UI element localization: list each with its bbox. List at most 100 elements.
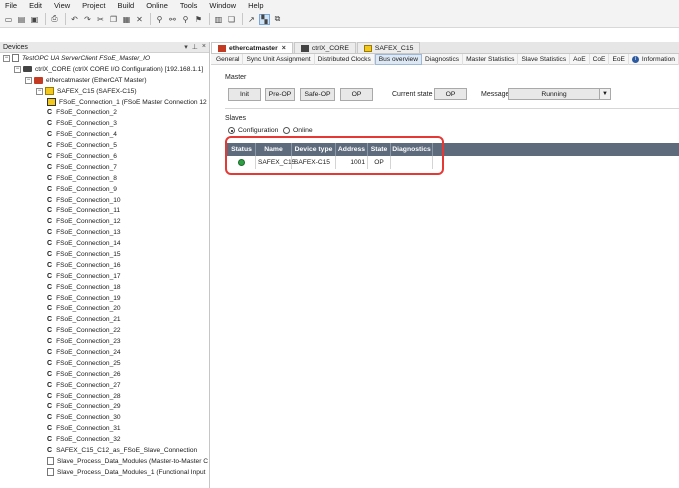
tree-item[interactable]: − ctrlX_CORE (ctrlX CORE I/O Configuratio… xyxy=(0,64,209,75)
tab-diagnostics[interactable]: Diagnostics xyxy=(422,53,464,65)
tab-slave-statistics[interactable]: Slave Statistics xyxy=(518,53,571,65)
menu-build[interactable]: Build xyxy=(118,1,135,10)
find-replace-icon[interactable]: ⚯ xyxy=(167,14,178,25)
build-icon[interactable]: ▥ xyxy=(213,14,224,25)
tree-item[interactable]: C FSoE_Connection_12 xyxy=(0,216,209,227)
tree-item[interactable]: C FSoE_Connection_2 xyxy=(0,107,209,118)
collapse-toggle-icon[interactable]: − xyxy=(36,87,43,95)
safe-op-button[interactable]: Safe-OP xyxy=(300,88,335,101)
tree-item[interactable]: C FSoE_Connection_19 xyxy=(0,293,209,304)
menu-edit[interactable]: Edit xyxy=(29,1,42,10)
tree-item[interactable]: C FSoE_Connection_14 xyxy=(0,238,209,249)
paste-icon[interactable]: ▦ xyxy=(121,14,132,25)
open-icon[interactable]: ▤ xyxy=(16,14,27,25)
tree-item[interactable]: C FSoE_Connection_4 xyxy=(0,129,209,140)
menu-help[interactable]: Help xyxy=(248,1,263,10)
tree-item[interactable]: C FSoE_Connection_28 xyxy=(0,391,209,402)
tree-item[interactable]: C FSoE_Connection_6 xyxy=(0,151,209,162)
radio-online[interactable]: Online xyxy=(283,127,313,134)
multi-icon[interactable]: ❏ xyxy=(226,14,237,25)
collapse-toggle-icon[interactable]: − xyxy=(25,76,32,84)
tree-item[interactable]: C FSoE_Connection_9 xyxy=(0,184,209,195)
copy-icon[interactable]: ❐ xyxy=(108,14,119,25)
redo-icon[interactable]: ↷ xyxy=(82,14,93,25)
panel-pin-icon[interactable]: ⊥ xyxy=(192,43,198,51)
tree-item[interactable]: C FSoE_Connection_17 xyxy=(0,271,209,282)
tree-item[interactable]: − SAFEX_C15 (SAFEX-C15) xyxy=(0,86,209,97)
op-button[interactable]: OP xyxy=(340,88,373,101)
tree-item[interactable]: C FSoE_Connection_20 xyxy=(0,303,209,314)
tree-item[interactable]: C FSoE_Connection_11 xyxy=(0,205,209,216)
tree-item[interactable]: Slave_Process_Data_Modules_1 (Functional… xyxy=(0,467,209,478)
menu-tools[interactable]: Tools xyxy=(180,1,198,10)
tab-ctrlx-core[interactable]: ctrlX_CORE xyxy=(293,42,356,53)
print-icon[interactable]: ⎙ xyxy=(49,14,60,25)
delete-icon[interactable]: ✕ xyxy=(134,14,145,25)
chevron-down-icon[interactable]: ▼ xyxy=(599,89,610,99)
find-icon[interactable]: ⚲ xyxy=(154,14,165,25)
tab-distributed-clocks[interactable]: Distributed Clocks xyxy=(315,53,375,65)
tab-information[interactable]: i Information xyxy=(629,53,679,65)
tree-item[interactable]: C FSoE_Connection_23 xyxy=(0,336,209,347)
tree-item[interactable]: C FSoE_Connection_26 xyxy=(0,369,209,380)
sub-tabs: General Sync Unit Assignment Distributed… xyxy=(211,53,679,65)
tree-item[interactable]: C FSoE_Connection_32 xyxy=(0,434,209,445)
menu-file[interactable]: File xyxy=(5,1,17,10)
tab-safex-c15[interactable]: SAFEX_C15 xyxy=(356,42,421,53)
tab-general[interactable]: General xyxy=(213,53,244,65)
tab-eoe[interactable]: EoE xyxy=(609,53,629,65)
menu-project[interactable]: Project xyxy=(82,1,105,10)
tree-item[interactable]: C FSoE_Connection_5 xyxy=(0,140,209,151)
tree-item[interactable]: C FSoE_Connection_31 xyxy=(0,423,209,434)
save-icon[interactable]: ▣ xyxy=(29,14,40,25)
init-button[interactable]: Init xyxy=(228,88,261,101)
breakpoint-icon[interactable]: ▚ xyxy=(259,13,270,25)
tree-item[interactable]: C FSoE_Connection_13 xyxy=(0,227,209,238)
tab-bus-overview[interactable]: Bus overview xyxy=(374,53,422,65)
new-icon[interactable]: ▭ xyxy=(3,14,14,25)
tree-item[interactable]: Slave_Process_Data_Modules (Master-to-Ma… xyxy=(0,456,209,467)
undo-icon[interactable]: ↶ xyxy=(69,14,80,25)
collapse-toggle-icon[interactable]: − xyxy=(3,54,10,62)
pre-op-button[interactable]: Pre-OP xyxy=(265,88,295,101)
tree-item[interactable]: C FSoE_Connection_8 xyxy=(0,173,209,184)
tree-item[interactable]: C FSoE_Connection_29 xyxy=(0,402,209,413)
menu-online[interactable]: Online xyxy=(146,1,168,10)
tree-item[interactable]: C FSoE_Connection_24 xyxy=(0,347,209,358)
tree-item[interactable]: FSoE_Connection_1 (FSoE Master Connectio… xyxy=(0,97,209,108)
message-dropdown[interactable]: Running ▼ xyxy=(508,88,611,100)
tree-item[interactable]: − ethercatmaster (EtherCAT Master) xyxy=(0,75,209,86)
tree-item[interactable]: C SAFEX_C15_C12_as_FSoE_Slave_Connection xyxy=(0,445,209,456)
tree-item[interactable]: C FSoE_Connection_15 xyxy=(0,249,209,260)
panel-dropdown-icon[interactable]: ▾ xyxy=(184,43,188,51)
bookmark-icon[interactable]: ⚑ xyxy=(193,14,204,25)
tree-item[interactable]: C FSoE_Connection_30 xyxy=(0,412,209,423)
tree-item[interactable]: − TestOPC UA ServerClient FSoE_Master_IO xyxy=(0,53,209,64)
menu-view[interactable]: View xyxy=(54,1,70,10)
panel-close-icon[interactable]: × xyxy=(202,43,206,51)
find-next-icon[interactable]: ⚲ xyxy=(180,14,191,25)
tree-item[interactable]: C FSoE_Connection_21 xyxy=(0,314,209,325)
radio-configuration[interactable]: Configuration xyxy=(228,127,278,134)
window-icon[interactable]: ⧉ xyxy=(272,14,283,25)
tree-item[interactable]: C FSoE_Connection_22 xyxy=(0,325,209,336)
radio-button[interactable] xyxy=(283,127,290,134)
radio-button-checked[interactable] xyxy=(228,127,235,134)
close-icon[interactable]: × xyxy=(282,45,286,52)
collapse-toggle-icon[interactable]: − xyxy=(14,65,21,73)
cut-icon[interactable]: ✂ xyxy=(95,14,106,25)
tree-item[interactable]: C FSoE_Connection_27 xyxy=(0,380,209,391)
tab-ethercatmaster[interactable]: ethercatmaster × xyxy=(211,42,293,53)
tab-master-statistics[interactable]: Master Statistics xyxy=(463,53,519,65)
tree-item[interactable]: C FSoE_Connection_7 xyxy=(0,162,209,173)
tree-item[interactable]: C FSoE_Connection_18 xyxy=(0,282,209,293)
tab-sync-unit-assignment[interactable]: Sync Unit Assignment xyxy=(243,53,315,65)
tab-coe[interactable]: CoE xyxy=(590,53,610,65)
select-icon[interactable]: ↗ xyxy=(246,14,257,25)
tab-aoe[interactable]: AoE xyxy=(570,53,590,65)
menu-window[interactable]: Window xyxy=(209,1,236,10)
tree-item[interactable]: C FSoE_Connection_16 xyxy=(0,260,209,271)
tree-item[interactable]: C FSoE_Connection_10 xyxy=(0,195,209,206)
tree-item[interactable]: C FSoE_Connection_25 xyxy=(0,358,209,369)
tree-item[interactable]: C FSoE_Connection_3 xyxy=(0,118,209,129)
